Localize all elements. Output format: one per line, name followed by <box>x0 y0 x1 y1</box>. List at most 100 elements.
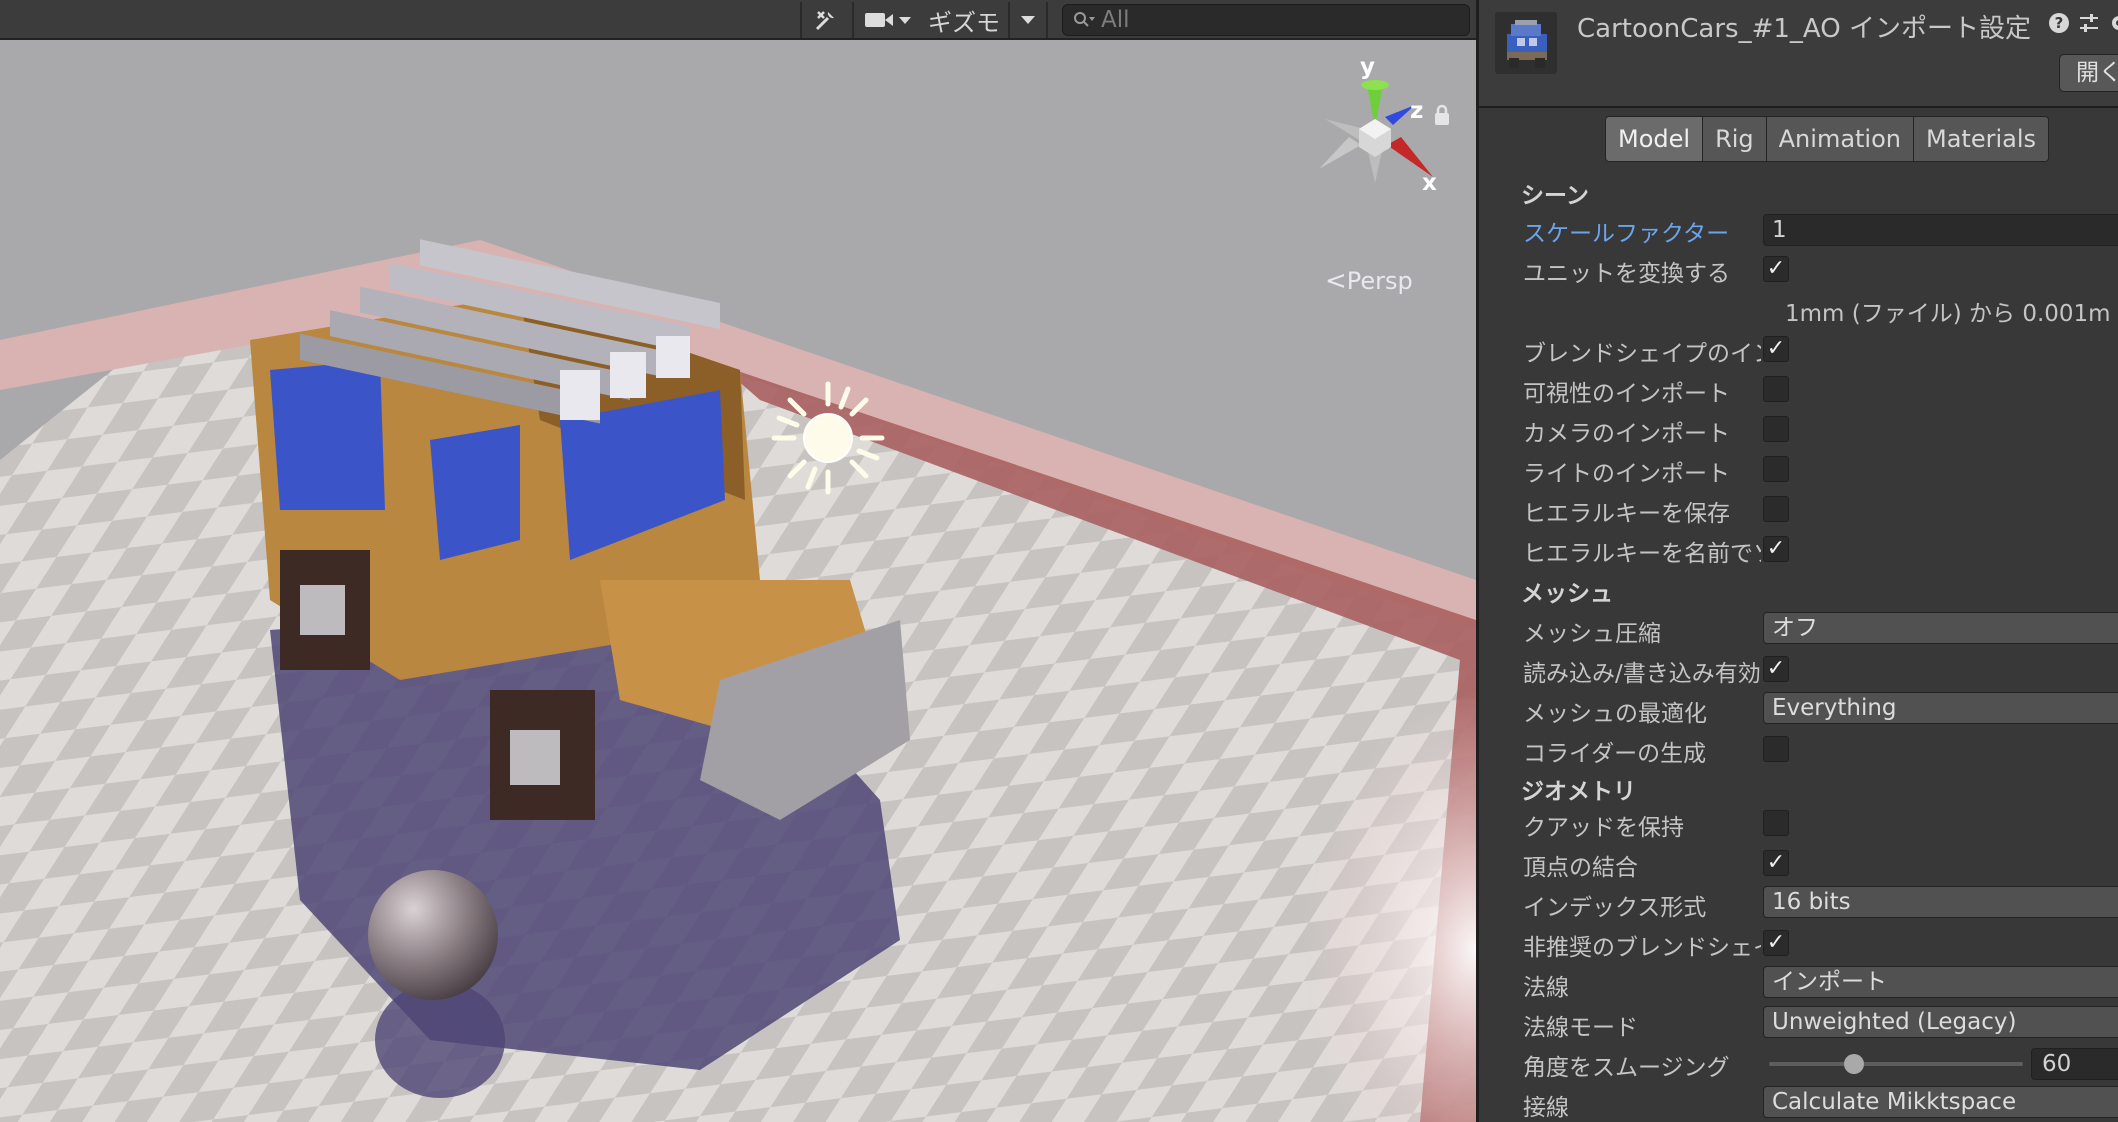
normals-mode-value: Unweighted (Legacy) <box>1772 1009 2017 1035</box>
preserve-hierarchy-checkbox[interactable] <box>1763 496 1789 522</box>
keep-quads-label: クアッドを保持 <box>1523 815 1684 841</box>
gizmos-button[interactable]: ギズモ <box>922 4 1010 37</box>
smoothing-angle-slider[interactable] <box>1769 1062 2023 1066</box>
legacy-blendshape-normals-checkbox[interactable]: ✓ <box>1763 930 1789 956</box>
camera-icon <box>865 13 911 27</box>
import-cameras-label: カメラのインポート <box>1523 421 1730 447</box>
convert-units-checkbox[interactable]: ✓ <box>1763 256 1789 282</box>
optimize-mesh-value: Everything <box>1772 695 1897 721</box>
presets-icon[interactable] <box>2077 12 2101 36</box>
lock-icon[interactable] <box>1434 104 1450 126</box>
normals-value: インポート <box>1772 969 1887 995</box>
import-cameras-checkbox[interactable] <box>1763 416 1789 442</box>
index-format-dropdown[interactable]: 16 bits▼ <box>1763 886 2118 918</box>
read-write-checkbox[interactable]: ✓ <box>1763 656 1789 682</box>
asset-thumbnail <box>1495 12 1557 74</box>
sort-hierarchy-label: ヒエラルキーを名前でソート <box>1523 541 1761 567</box>
section-scene: シーン <box>1521 183 1589 209</box>
inspector-title: CartoonCars_#1_AO インポート設定 <box>1577 14 2031 44</box>
weld-vertices-checkbox[interactable]: ✓ <box>1763 850 1789 876</box>
axis-y-label: y <box>1360 54 1375 80</box>
tab-model[interactable]: Model <box>1605 116 1704 162</box>
mesh-compression-value: オフ <box>1772 615 1818 641</box>
scene-toolbar: ギズモ All <box>0 0 1476 40</box>
import-blendshapes-checkbox[interactable]: ✓ <box>1763 336 1789 362</box>
index-format-label: インデックス形式 <box>1523 895 1707 921</box>
perspective-toggle[interactable]: <Persp <box>1325 266 1413 296</box>
smoothing-angle-input[interactable]: 60 <box>2031 1048 2118 1080</box>
generate-colliders-label: コライダーの生成 <box>1523 741 1707 767</box>
chevron-down-icon <box>1021 16 1035 24</box>
optimize-mesh-dropdown[interactable]: Everything▼ <box>1763 692 2118 724</box>
sort-hierarchy-checkbox[interactable]: ✓ <box>1763 536 1789 562</box>
keep-quads-checkbox[interactable] <box>1763 810 1789 836</box>
generate-colliders-checkbox[interactable] <box>1763 736 1789 762</box>
material-preview-sphere <box>368 870 498 1000</box>
normals-mode-dropdown[interactable]: Unweighted (Legacy)▼ <box>1763 1006 2118 1038</box>
index-format-value: 16 bits <box>1772 889 1851 915</box>
checkmark-icon: ✓ <box>1766 930 1786 955</box>
settings-icon[interactable] <box>2107 12 2118 36</box>
search-placeholder: All <box>1101 7 1130 33</box>
read-write-label: 読み込み/書き込み有効 <box>1523 661 1761 687</box>
tab-rig[interactable]: Rig <box>1703 116 1767 162</box>
axis-z-label: z <box>1410 98 1424 124</box>
gizmos-dropdown[interactable] <box>1012 4 1044 36</box>
convert-units-label: ユニットを変換する <box>1523 261 1730 287</box>
tangents-dropdown[interactable]: Calculate Mikktspace▼ <box>1763 1086 2118 1118</box>
normals-dropdown[interactable]: インポート▼ <box>1763 966 2118 998</box>
toolbar-separator <box>852 2 854 38</box>
legacy-blendshape-normals-label: 非推奨のブレンドシェイプ法線 <box>1523 935 1761 961</box>
section-geometry: ジオメトリ <box>1521 779 1636 805</box>
camera-settings-button[interactable] <box>858 4 918 36</box>
scale-factor-label: スケールファクター <box>1523 221 1730 247</box>
tangents-value: Calculate Mikktspace <box>1772 1089 2017 1115</box>
checkmark-icon: ✓ <box>1766 850 1786 875</box>
projection-mode-label: Persp <box>1346 267 1413 295</box>
checkmark-icon: ✓ <box>1766 336 1786 361</box>
checkmark-icon: ✓ <box>1766 656 1786 681</box>
light-icon <box>771 381 885 495</box>
inspector-header: CartoonCars_#1_AO インポート設定 ? 開く <box>1479 0 2118 108</box>
scene-search-input[interactable]: All <box>1062 4 1470 36</box>
unit-conversion-info: 1mm (ファイル) から 0.001m <box>1785 301 2111 327</box>
import-visibility-label: 可視性のインポート <box>1523 381 1730 407</box>
gizmos-label: ギズモ <box>928 8 1000 37</box>
search-icon <box>1074 12 1095 27</box>
mesh-compression-label: メッシュ圧縮 <box>1523 621 1661 647</box>
optimize-mesh-label: メッシュの最適化 <box>1523 701 1707 727</box>
open-button[interactable]: 開く <box>2059 54 2118 92</box>
import-tabs: Model Rig Animation Materials <box>1605 116 2050 164</box>
smoothing-angle-slider-thumb[interactable] <box>1843 1054 1864 1074</box>
import-visibility-checkbox[interactable] <box>1763 376 1789 402</box>
toolbar-separator <box>800 2 802 38</box>
preserve-hierarchy-label: ヒエラルキーを保存 <box>1523 501 1730 527</box>
normals-label: 法線 <box>1523 975 1569 1001</box>
tools-button[interactable] <box>808 4 844 36</box>
svg-text:?: ? <box>2055 14 2064 32</box>
chevron-left-icon: < <box>1325 266 1347 296</box>
tools-icon <box>815 11 834 31</box>
scale-factor-input[interactable]: 1 <box>1763 214 2118 246</box>
toolbar-separator <box>1008 2 1010 38</box>
scene-view[interactable]: y z x <Persp ギズモ All <box>0 0 1476 1122</box>
scene-render <box>0 40 1476 1122</box>
import-blendshapes-label: ブレンドシェイプのインポート <box>1523 341 1761 367</box>
scene-viewport[interactable]: y z x <Persp <box>0 40 1476 1122</box>
toolbar-separator <box>1046 2 1048 38</box>
tab-materials[interactable]: Materials <box>1914 116 2050 162</box>
tangents-label: 接線 <box>1523 1095 1569 1121</box>
help-icon[interactable]: ? <box>2047 12 2071 36</box>
checkmark-icon: ✓ <box>1766 256 1786 281</box>
smoothing-angle-label: 角度をスムージング <box>1523 1055 1730 1081</box>
section-mesh: メッシュ <box>1521 581 1613 607</box>
import-lights-label: ライトのインポート <box>1523 461 1730 487</box>
tab-animation[interactable]: Animation <box>1766 116 1914 162</box>
inspector-panel: CartoonCars_#1_AO インポート設定 ? 開く Model Rig… <box>1476 0 2118 1122</box>
checkmark-icon: ✓ <box>1766 536 1786 561</box>
weld-vertices-label: 頂点の結合 <box>1523 855 1638 881</box>
axis-x-label: x <box>1422 170 1437 196</box>
mesh-compression-dropdown[interactable]: オフ▼ <box>1763 612 2118 644</box>
import-lights-checkbox[interactable] <box>1763 456 1789 482</box>
normals-mode-label: 法線モード <box>1523 1015 1638 1041</box>
